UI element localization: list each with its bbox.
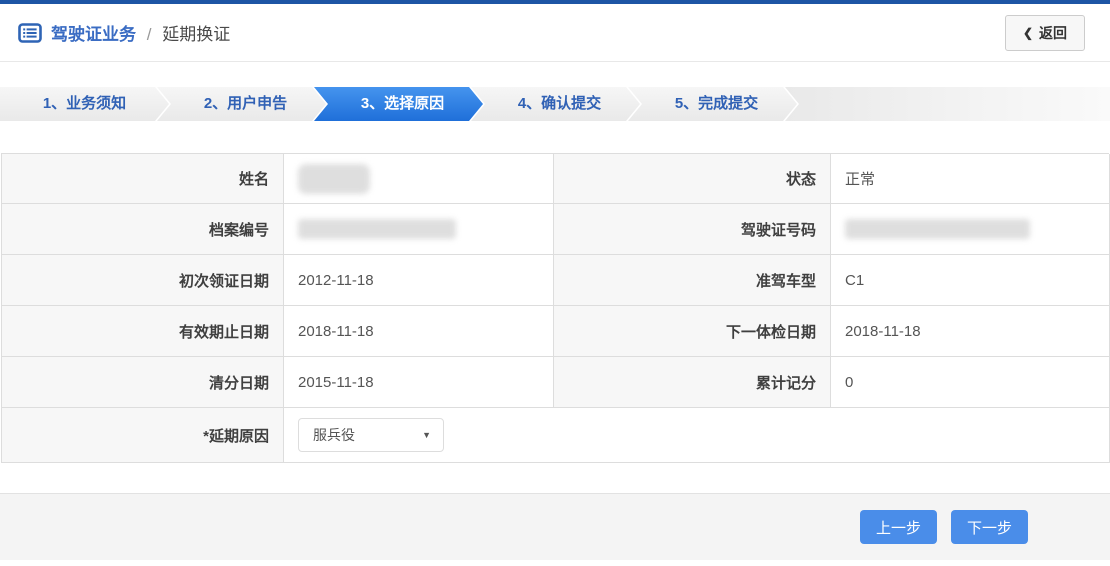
license-info-table: 姓名 状态 正常 档案编号 驾驶证号码 初次领证日期 2012-11-18 准驾… <box>1 153 1109 463</box>
step-tab-2[interactable]: 2、用户申告 <box>157 87 326 121</box>
redacted-file-number-value <box>298 219 456 239</box>
next-step-button[interactable]: 下一步 <box>951 510 1028 544</box>
value-vehicle-class: C1 <box>831 255 1110 306</box>
step-tab-3-active[interactable]: 3、选择原因 <box>314 87 483 121</box>
extension-reason-selected-value: 服兵役 <box>313 425 355 445</box>
redacted-name-value <box>298 164 370 194</box>
label-name: 姓名 <box>2 154 284 204</box>
page-header: 驾驶证业务 / 延期换证 ❮ 返回 <box>0 4 1110 62</box>
value-license-number <box>831 204 1110 255</box>
label-next-physical-date: 下一体检日期 <box>554 306 831 357</box>
redacted-license-number-value <box>845 219 1030 239</box>
extension-reason-cell: 服兵役 ▼ <box>284 408 1110 463</box>
extension-reason-select[interactable]: 服兵役 ▼ <box>298 418 444 452</box>
step-progress-bar: 1、业务须知 2、用户申告 3、选择原因 4、确认提交 5、完成提交 <box>0 87 1110 121</box>
page-title: 驾驶证业务 / 延期换证 <box>51 20 230 45</box>
page-title-separator: / <box>147 25 152 44</box>
value-first-issue-date: 2012-11-18 <box>284 255 554 306</box>
label-extension-reason: *延期原因 <box>2 408 284 463</box>
list-document-icon <box>18 23 42 43</box>
value-accumulated-points: 0 <box>831 357 1110 408</box>
value-name <box>284 154 554 204</box>
chevron-left-icon: ❮ <box>1023 26 1033 40</box>
label-first-issue-date: 初次领证日期 <box>2 255 284 306</box>
label-points-clear-date: 清分日期 <box>2 357 284 408</box>
action-bar: 上一步 下一步 <box>0 493 1110 560</box>
step-tab-4[interactable]: 4、确认提交 <box>471 87 640 121</box>
step-tab-1[interactable]: 1、业务须知 <box>0 87 169 121</box>
label-status: 状态 <box>554 154 831 204</box>
back-button-label: 返回 <box>1039 23 1067 43</box>
label-accumulated-points: 累计记分 <box>554 357 831 408</box>
page-title-primary: 驾驶证业务 <box>51 25 136 44</box>
value-file-number <box>284 204 554 255</box>
label-expiry-date: 有效期止日期 <box>2 306 284 357</box>
back-button[interactable]: ❮ 返回 <box>1005 15 1085 51</box>
value-next-physical-date: 2018-11-18 <box>831 306 1110 357</box>
caret-down-icon: ▼ <box>422 430 431 440</box>
label-vehicle-class: 准驾车型 <box>554 255 831 306</box>
value-points-clear-date: 2015-11-18 <box>284 357 554 408</box>
previous-step-button[interactable]: 上一步 <box>860 510 937 544</box>
label-file-number: 档案编号 <box>2 204 284 255</box>
label-license-number: 驾驶证号码 <box>554 204 831 255</box>
value-expiry-date: 2018-11-18 <box>284 306 554 357</box>
page-title-secondary: 延期换证 <box>162 25 230 44</box>
step-tab-5[interactable]: 5、完成提交 <box>628 87 797 121</box>
step-bar-filler <box>785 87 1110 121</box>
breadcrumb: 驾驶证业务 / 延期换证 <box>18 20 230 45</box>
value-status: 正常 <box>831 154 1110 204</box>
